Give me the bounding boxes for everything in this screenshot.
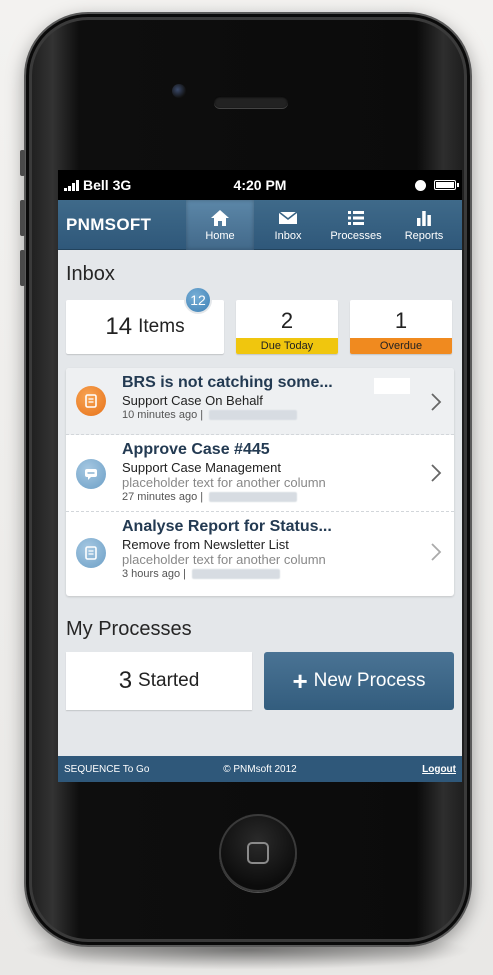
processes-row: 3 Started + New Process — [58, 652, 462, 716]
footer-copyright: © PNMsoft 2012 — [223, 763, 297, 775]
nav-reports[interactable]: Reports — [390, 200, 458, 250]
nav-home[interactable]: Home — [186, 200, 254, 250]
task-subtitle: Support Case Management — [122, 460, 281, 475]
nav-processes-label: Processes — [330, 229, 382, 242]
task-item[interactable]: Analyse Report for Status... Remove from… — [66, 512, 454, 596]
status-bar: Bell 3G 4:20 PM — [58, 170, 462, 200]
task-meta: 27 minutes ago | — [122, 491, 414, 503]
items-count: 14 — [105, 313, 133, 340]
task-title: Analyse Report for Status... — [122, 518, 332, 535]
due-today-count: 2 — [280, 308, 294, 333]
inbox-heading: Inbox — [66, 263, 115, 285]
app-screen: Bell 3G 4:20 PM PNMSOFT Home Inbox Proce… — [58, 170, 462, 782]
logout-link[interactable]: Logout — [422, 764, 456, 775]
task-meta: 10 minutes ago | — [122, 409, 414, 421]
alarm-icon — [415, 179, 426, 191]
task-meta: 3 hours ago | — [122, 568, 414, 580]
pnmsoft-logo: PNMSOFT — [66, 214, 152, 234]
due-today-label: Due Today — [236, 338, 338, 354]
chevron-right-icon — [430, 463, 442, 483]
task-placeholder: placeholder text for another column — [122, 552, 326, 567]
due-today-card[interactable]: 2 Due Today — [236, 300, 338, 354]
nav-inbox-label: Inbox — [274, 229, 302, 242]
task-subtitle: Support Case On Behalf — [122, 393, 263, 408]
front-camera — [172, 84, 186, 98]
assignee-redacted — [192, 569, 281, 580]
volume-down-button — [20, 250, 25, 286]
nav-processes[interactable]: Processes — [322, 200, 390, 250]
plus-icon: + — [292, 666, 308, 696]
nav-inbox[interactable]: Inbox — [254, 200, 322, 250]
home-button-square-icon — [247, 842, 269, 864]
overdue-label: Overdue — [350, 338, 452, 354]
task-item[interactable]: BRS is not catching some... Support Case… — [66, 368, 454, 435]
task-item[interactable]: Approve Case #445 Support Case Managemen… — [66, 435, 454, 512]
new-process-button[interactable]: + New Process — [264, 652, 454, 710]
home-icon — [211, 209, 229, 226]
task-subtitle: Remove from Newsletter List — [122, 537, 289, 552]
battery-icon — [434, 180, 459, 190]
mute-switch — [20, 150, 25, 176]
started-count: 3 — [118, 667, 133, 694]
assignee-redacted — [209, 410, 298, 421]
items-label: Items — [138, 316, 185, 337]
chevron-right-icon — [430, 392, 442, 412]
task-title: Approve Case #445 — [122, 441, 270, 458]
document-icon — [76, 538, 106, 568]
envelope-icon — [278, 210, 298, 224]
nav-home-label: Home — [205, 229, 235, 242]
home-button[interactable] — [219, 814, 297, 892]
task-title: BRS is not catching some... — [122, 374, 333, 391]
document-icon — [76, 386, 106, 416]
my-processes-heading: My Processes — [66, 618, 192, 640]
app-footer: SEQUENCE To Go © PNMsoft 2012 Logout — [58, 756, 462, 782]
started-card[interactable]: 3 Started — [66, 652, 252, 710]
list-icon — [348, 210, 364, 225]
new-process-label: New Process — [313, 670, 426, 691]
bar-chart-icon — [417, 210, 431, 226]
unread-badge: 12 — [184, 286, 212, 314]
nav-reports-label: Reports — [404, 229, 444, 242]
chat-bubble-icon — [76, 459, 106, 489]
chevron-right-icon — [430, 542, 442, 562]
task-placeholder: placeholder text for another column — [122, 475, 326, 490]
top-navbar: PNMSOFT Home Inbox Processes Reports — [58, 200, 462, 250]
started-label: Started — [138, 670, 200, 691]
task-list: BRS is not catching some... Support Case… — [66, 368, 454, 596]
carrier-label: Bell 3G — [83, 177, 132, 193]
earpiece-speaker — [214, 96, 288, 108]
overdue-count: 1 — [394, 308, 408, 333]
volume-up-button — [20, 200, 25, 236]
assignee-redacted — [209, 492, 298, 503]
redacted-area — [374, 378, 410, 394]
overdue-card[interactable]: 1 Overdue — [350, 300, 452, 354]
signal-icon — [64, 179, 79, 191]
inbox-summary: 14 Items 12 2 Due Today 1 Overdue — [58, 286, 462, 356]
